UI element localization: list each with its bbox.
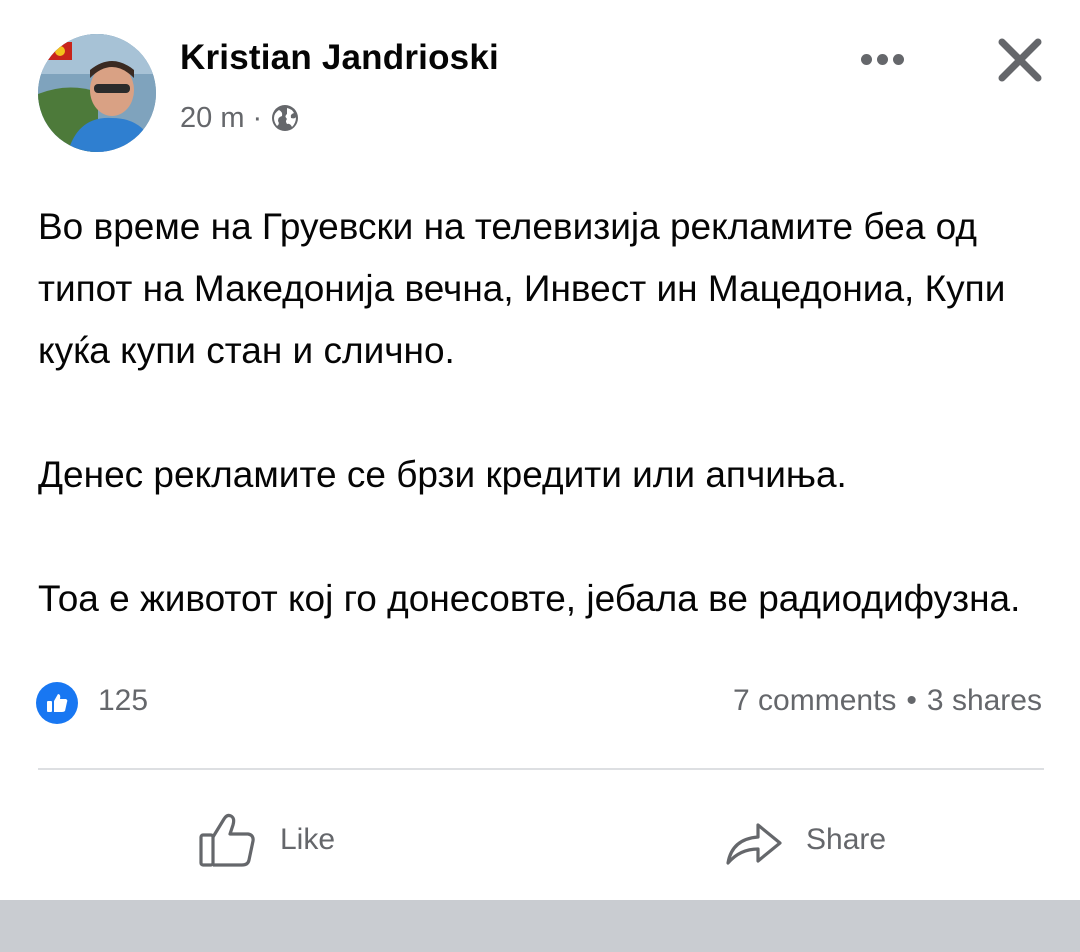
reaction-count[interactable]: 125 bbox=[98, 684, 148, 718]
meta-separator: · bbox=[252, 101, 263, 134]
more-dot bbox=[860, 53, 872, 65]
post-paragraph: Тоа е животот кој го донесовте, јебала в… bbox=[38, 578, 1021, 619]
like-reaction-icon[interactable] bbox=[36, 682, 78, 724]
post-paragraph: Денес рекламите се брзи кредити или апчи… bbox=[38, 454, 847, 495]
share-button[interactable]: Share bbox=[722, 800, 886, 880]
post-body: Во време на Груевски на телевизија рекла… bbox=[38, 196, 1048, 630]
author-avatar[interactable] bbox=[38, 34, 156, 152]
post-meta: 20 m · bbox=[180, 98, 300, 138]
engagement-separator: • bbox=[906, 684, 917, 717]
more-options-icon[interactable] bbox=[852, 44, 912, 74]
more-dot bbox=[876, 53, 888, 65]
comments-count[interactable]: 7 comments bbox=[733, 684, 896, 718]
post-paragraph: Во време на Груевски на телевизија рекла… bbox=[38, 206, 1006, 371]
shares-count[interactable]: 3 shares bbox=[927, 684, 1042, 718]
share-arrow-icon bbox=[726, 823, 782, 865]
author-name[interactable]: Kristian Jandrioski bbox=[180, 38, 499, 78]
post-card: Kristian Jandrioski 20 m · Во време на Г… bbox=[0, 0, 1080, 900]
feed-separator bbox=[0, 900, 1080, 952]
like-label: Like bbox=[280, 823, 336, 856]
like-icon bbox=[47, 694, 68, 712]
share-label: Share bbox=[806, 823, 887, 856]
post-time[interactable]: 20 m bbox=[180, 102, 244, 135]
close-icon[interactable] bbox=[994, 34, 1046, 86]
avatar-image bbox=[38, 34, 156, 152]
more-dot bbox=[892, 53, 904, 65]
like-button[interactable]: Like bbox=[196, 800, 335, 880]
thumbs-up-icon bbox=[199, 813, 255, 867]
engagement-summary: 7 comments • 3 shares bbox=[733, 684, 1042, 718]
divider bbox=[38, 768, 1044, 770]
globe-icon[interactable] bbox=[270, 103, 300, 133]
